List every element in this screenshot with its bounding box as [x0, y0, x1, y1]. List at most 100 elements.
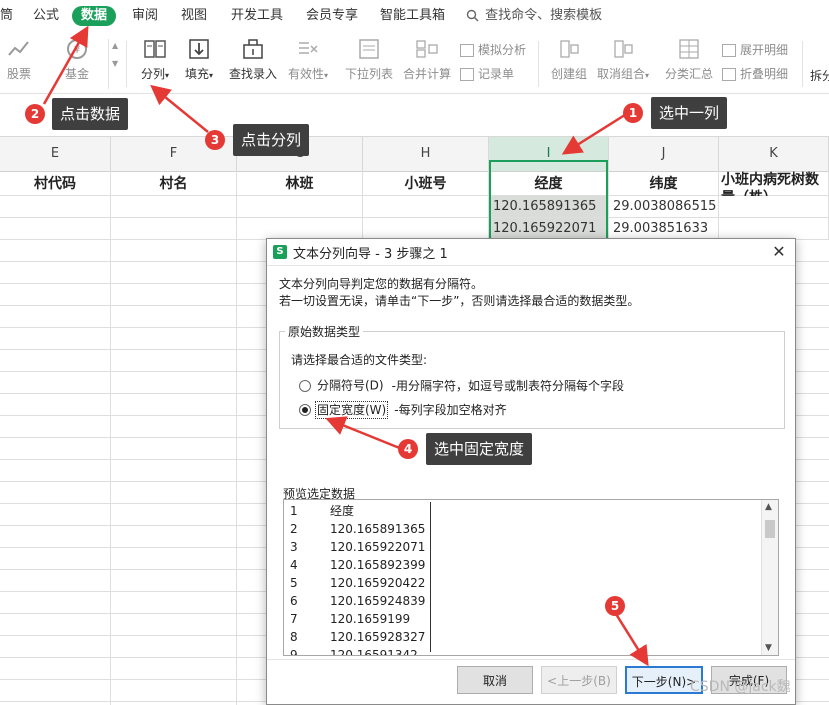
lookup-entry-button[interactable]: 查找录入: [224, 35, 282, 91]
fixed-width-radio[interactable]: [299, 403, 311, 416]
wps-app-icon: S: [273, 245, 287, 259]
grid-cell[interactable]: [111, 196, 237, 217]
expand-icon: [722, 44, 736, 57]
expand-detail-label: 展开明细: [740, 43, 789, 57]
latitude-cell[interactable]: 29.0038086515: [609, 196, 719, 217]
step-badge-5: 5: [605, 596, 625, 616]
menu-item-formula[interactable]: 公式: [33, 6, 59, 26]
preview-scrollbar[interactable]: ▲ ▼: [761, 500, 778, 655]
header-cell-subclass-no[interactable]: 小班号: [363, 171, 489, 195]
stocks-button[interactable]: 股票: [0, 35, 48, 91]
column-header-e[interactable]: E: [0, 137, 111, 171]
delimited-option[interactable]: 分隔符号(D) -用分隔字符，如逗号或制表符分隔每个字段: [299, 375, 624, 395]
column-break-line[interactable]: [430, 502, 431, 652]
csdn-watermark: CSDN @jack魏: [690, 679, 791, 695]
column-header-k[interactable]: K: [719, 137, 829, 171]
column-header-h[interactable]: H: [363, 137, 489, 171]
data-preview[interactable]: 1 经度 2 120.165891365 3 120.165922071 4 120.1…: [283, 499, 779, 656]
search-placeholder: 查找命令、搜索模板: [485, 8, 603, 23]
grid-cell[interactable]: [719, 218, 829, 239]
lookup-entry-label: 查找录入: [228, 67, 277, 81]
scroll-thumb[interactable]: [765, 520, 775, 538]
ungroup-button[interactable]: 取消组合▾: [594, 35, 652, 91]
preview-row-value: 120.165922071: [330, 540, 426, 554]
longitude-cell[interactable]: 120.165922071: [489, 218, 609, 239]
menu-item-developer[interactable]: 开发工具: [231, 6, 283, 26]
simulate-label: 模拟分析: [478, 43, 527, 57]
column-header-row: E F G H I J K: [0, 136, 829, 172]
preview-row-index: 5: [290, 576, 298, 590]
header-cell-latitude[interactable]: 纬度: [609, 171, 719, 195]
close-icon[interactable]: ✕: [769, 242, 789, 262]
grid-cell[interactable]: [719, 196, 829, 217]
preview-row-value: 120.16591342: [330, 648, 418, 656]
record-form-button[interactable]: 记录单: [460, 65, 514, 83]
subtotal-label: 分类汇总: [664, 67, 713, 81]
header-cell-dead-trees[interactable]: 小班内病死树数量（株）: [719, 171, 829, 196]
grid-cell[interactable]: [237, 196, 363, 217]
validity-text: 有效性: [287, 67, 324, 81]
grid-cell[interactable]: [0, 218, 111, 239]
scroll-up-icon[interactable]: ▲: [765, 502, 772, 512]
dialog-title: 文本分列向导 - 3 步骤之 1: [293, 247, 448, 262]
header-cell-longitude[interactable]: 经度: [489, 171, 609, 195]
fill-label: 填充▾: [184, 67, 214, 81]
grid-cell[interactable]: [363, 196, 489, 217]
menu-item-view[interactable]: 视图: [181, 6, 207, 26]
fixed-width-label[interactable]: 固定宽度(W): [314, 400, 389, 419]
header-cell-village-name[interactable]: 村名: [111, 171, 237, 195]
dialog-description-line-1: 文本分列向导判定您的数据有分隔符。: [279, 277, 484, 291]
column-header-j[interactable]: J: [609, 137, 719, 171]
chevron-down-icon: ▼: [112, 59, 119, 68]
menu-item-member[interactable]: 会员专享: [306, 6, 358, 26]
validity-button[interactable]: 有效性▾: [279, 35, 337, 91]
header-cell-village-code[interactable]: 村代码: [0, 171, 111, 195]
step-badge-2: 2: [25, 104, 45, 124]
column-header-i[interactable]: I: [489, 137, 609, 171]
fund-label: 基金: [64, 67, 89, 81]
split-more-button[interactable]: 拆分: [810, 67, 829, 85]
preview-row-index: 1: [290, 504, 298, 518]
grid-cell[interactable]: [111, 218, 237, 239]
callout-select-column: 选中一列: [651, 97, 728, 129]
dialog-titlebar[interactable]: S 文本分列向导 - 3 步骤之 1 ✕: [267, 239, 795, 266]
command-search[interactable]: 查找命令、搜索模板: [466, 6, 602, 26]
latitude-cell[interactable]: 29.003851633: [609, 218, 719, 239]
subtotal-button[interactable]: 分类汇总: [660, 35, 718, 91]
consolidate-button[interactable]: 合并计算: [398, 35, 456, 91]
menu-item-smart-tools[interactable]: 智能工具箱: [380, 6, 445, 26]
callout-select-fixed-width: 选中固定宽度: [426, 433, 533, 465]
cancel-button[interactable]: 取消: [457, 666, 533, 694]
header-cell-forest-class[interactable]: 林班: [237, 171, 363, 195]
simulate-analysis-button[interactable]: 模拟分析: [460, 41, 526, 59]
longitude-cell[interactable]: 120.165891365: [489, 196, 609, 217]
gallery-scroll[interactable]: ▲ ▼: [108, 39, 123, 89]
scroll-down-icon[interactable]: ▼: [765, 643, 772, 653]
create-group-icon: [560, 40, 579, 58]
menu-item-data[interactable]: 数据: [72, 6, 117, 26]
simulate-icon: [460, 44, 474, 57]
expand-detail-button[interactable]: 展开明细: [722, 41, 788, 59]
fund-button[interactable]: ¥ 基金: [48, 35, 106, 91]
menu-item-review[interactable]: 审阅: [132, 6, 158, 26]
dropdown-list-button[interactable]: 下拉列表: [340, 35, 398, 91]
create-group-button[interactable]: 创建组: [540, 35, 598, 91]
fixed-width-option[interactable]: 固定宽度(W) -每列字段加空格对齐: [299, 399, 507, 419]
preview-row-value: 120.165892399: [330, 558, 426, 572]
fill-button[interactable]: 填充▾: [170, 35, 228, 91]
menu-item-truncated[interactable]: 筒: [0, 6, 13, 26]
grid-cell[interactable]: [363, 218, 489, 239]
dropdown-list-label: 下拉列表: [344, 67, 393, 81]
collapse-detail-button[interactable]: 折叠明细: [722, 65, 788, 83]
delimited-label[interactable]: 分隔符号(D): [317, 379, 384, 393]
grid-cell[interactable]: [0, 196, 111, 217]
fixed-width-description: -每列字段加空格对齐: [394, 402, 507, 417]
stocks-label: 股票: [6, 67, 31, 81]
grid-cell[interactable]: [237, 218, 363, 239]
step-badge-3: 3: [205, 130, 225, 150]
fill-text: 填充: [184, 67, 209, 81]
lookup-entry-icon: [243, 39, 263, 59]
previous-step-button[interactable]: <上一步(B): [541, 666, 617, 694]
delimited-radio[interactable]: [299, 379, 311, 392]
delimited-description: -用分隔字符，如逗号或制表符分隔每个字段: [391, 378, 624, 393]
